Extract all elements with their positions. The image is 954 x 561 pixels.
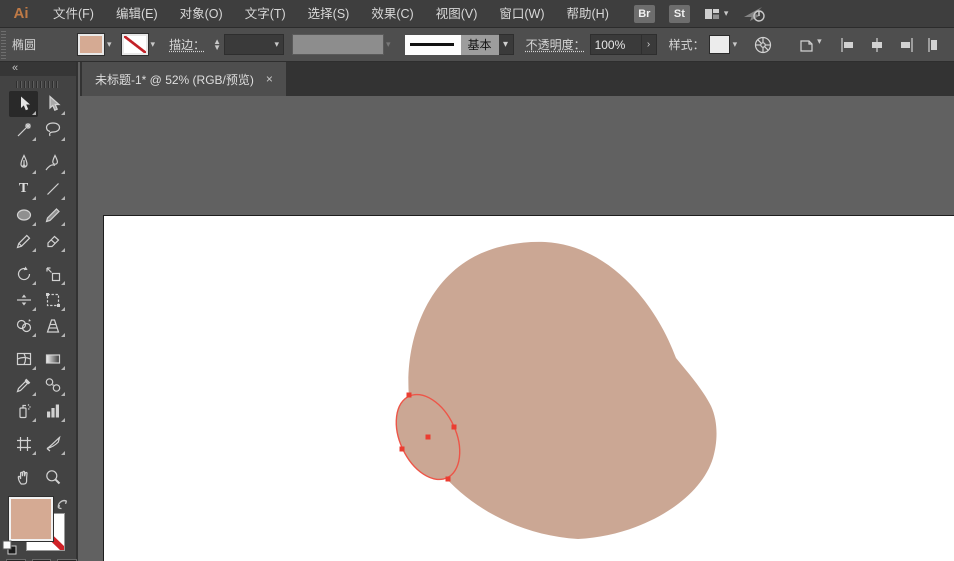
app-logo: Ai xyxy=(0,5,42,22)
artwork-layer xyxy=(80,96,954,561)
cc-launch-icon[interactable] xyxy=(742,5,768,23)
menu-file[interactable]: 文件(F) xyxy=(42,0,105,28)
width-profile-dropdown[interactable] xyxy=(292,34,384,55)
document-title: 未标题-1* @ 52% (RGB/预览) xyxy=(95,71,254,88)
tool-gradient[interactable] xyxy=(38,346,67,372)
tool-ellipse[interactable] xyxy=(9,202,38,228)
tool-perspective-grid[interactable] xyxy=(38,313,67,339)
tool-mesh[interactable] xyxy=(9,346,38,372)
blob-shape[interactable] xyxy=(408,242,716,539)
tool-width[interactable] xyxy=(9,287,38,313)
tool-pen[interactable] xyxy=(9,150,38,176)
chevron-down-icon[interactable]: ▾ xyxy=(107,39,112,50)
anchor-left[interactable] xyxy=(400,447,405,452)
brush-name: 基本 xyxy=(461,35,499,55)
align-left-button[interactable] xyxy=(838,36,858,54)
tool-slice[interactable] xyxy=(38,431,67,457)
shape-properties-button[interactable]: ▾ xyxy=(797,36,822,54)
menu-type[interactable]: 文字(T) xyxy=(234,0,297,28)
menu-effect[interactable]: 效果(C) xyxy=(360,0,424,28)
bridge-button[interactable]: Br xyxy=(634,5,655,23)
tool-type[interactable]: T xyxy=(9,176,38,202)
align-center-button[interactable] xyxy=(867,36,887,54)
panel-collapse-button[interactable]: « xyxy=(0,62,76,76)
menu-select[interactable]: 选择(S) xyxy=(297,0,361,28)
control-bar: 椭圆 ▾ ▾ 描边： ▲▼ ▾ ▾ 基本 ▾ 不透明度： 100% › 样式： … xyxy=(0,28,954,62)
tool-scale[interactable] xyxy=(38,261,67,287)
tool-direct-selection[interactable] xyxy=(38,91,67,117)
chevron-down-icon[interactable]: ▾ xyxy=(733,39,738,50)
anchor-right[interactable] xyxy=(452,425,457,430)
fill-color-swatch[interactable] xyxy=(78,34,104,55)
stroke-weight-stepper[interactable]: ▲▼ xyxy=(213,39,221,51)
anchor-top[interactable] xyxy=(407,393,412,398)
tool-paintbrush[interactable] xyxy=(38,202,67,228)
align-right-button[interactable] xyxy=(896,36,916,54)
tool-context-label: 椭圆 xyxy=(12,36,36,53)
workspace-icon xyxy=(704,6,720,22)
stroke-color-swatch[interactable] xyxy=(122,34,148,55)
tool-shape-builder[interactable] xyxy=(9,313,38,339)
stroke-weight-label[interactable]: 描边： xyxy=(169,36,205,53)
tool-panel: « xyxy=(0,62,78,561)
opacity-label[interactable]: 不透明度： xyxy=(526,36,586,53)
chevron-down-icon: ▾ xyxy=(386,39,391,50)
tab-bar: 未标题-1* @ 52% (RGB/预览) × xyxy=(80,62,954,96)
tool-hand[interactable] xyxy=(9,464,38,490)
graphic-style-swatch[interactable] xyxy=(709,35,730,54)
panel-grip[interactable] xyxy=(1,31,6,59)
chevron-down-icon[interactable]: ▾ xyxy=(499,34,514,55)
chevron-down-icon: ▾ xyxy=(724,8,729,19)
tool-rotate[interactable] xyxy=(9,261,38,287)
menu-view[interactable]: 视图(V) xyxy=(425,0,489,28)
brush-preview xyxy=(405,35,461,55)
tool-artboard[interactable] xyxy=(9,431,38,457)
recolor-artwork-button[interactable] xyxy=(753,35,773,55)
brush-definition-dropdown[interactable]: 基本 ▾ xyxy=(405,34,514,56)
workspace-switcher[interactable]: ▾ xyxy=(704,6,729,22)
menu-help[interactable]: 帮助(H) xyxy=(556,0,620,28)
opacity-flyout-arrow[interactable]: › xyxy=(642,34,657,55)
tool-blend[interactable] xyxy=(38,372,67,398)
stroke-weight-field[interactable]: ▾ xyxy=(224,34,284,55)
default-fill-stroke-icon[interactable] xyxy=(2,540,18,556)
tool-lasso[interactable] xyxy=(38,117,67,143)
chevron-down-icon[interactable]: ▾ xyxy=(274,39,279,50)
tool-curvature[interactable] xyxy=(38,150,67,176)
tool-symbol-sprayer[interactable] xyxy=(9,398,38,424)
document-tab[interactable]: 未标题-1* @ 52% (RGB/预览) × xyxy=(82,62,286,96)
style-label: 样式： xyxy=(669,36,705,53)
tool-magic-wand[interactable] xyxy=(9,117,38,143)
anchor-bottom[interactable] xyxy=(446,477,451,482)
canvas-area[interactable] xyxy=(80,96,954,561)
fill-proxy[interactable] xyxy=(9,497,53,541)
tool-zoom[interactable] xyxy=(38,464,67,490)
align-buttons xyxy=(838,36,945,54)
tool-column-graph[interactable] xyxy=(38,398,67,424)
menu-edit[interactable]: 编辑(E) xyxy=(105,0,169,28)
close-icon[interactable]: × xyxy=(266,72,273,86)
chevron-down-icon: ▾ xyxy=(817,36,822,54)
menu-object[interactable]: 对象(O) xyxy=(169,0,234,28)
tool-eyedropper[interactable] xyxy=(9,372,38,398)
align-top-button[interactable] xyxy=(925,36,945,54)
fill-stroke-proxies xyxy=(2,496,72,556)
swap-fill-stroke-icon[interactable] xyxy=(56,498,70,512)
menu-window[interactable]: 窗口(W) xyxy=(488,0,555,28)
tool-line-segment[interactable] xyxy=(38,176,67,202)
illustrator-window: Ai 文件(F) 编辑(E) 对象(O) 文字(T) 选择(S) 效果(C) 视… xyxy=(0,0,954,561)
opacity-field[interactable]: 100% xyxy=(590,34,642,55)
tool-free-transform[interactable] xyxy=(38,287,67,313)
stock-button[interactable]: St xyxy=(669,5,690,23)
tool-eraser[interactable] xyxy=(38,228,67,254)
tool-selection[interactable] xyxy=(9,91,38,117)
menu-bar: Ai 文件(F) 编辑(E) 对象(O) 文字(T) 选择(S) 效果(C) 视… xyxy=(0,0,954,28)
anchor-center[interactable] xyxy=(426,435,431,440)
tool-pencil[interactable] xyxy=(9,228,38,254)
panel-drag-grip[interactable] xyxy=(16,81,60,88)
chevron-down-icon[interactable]: ▾ xyxy=(151,39,156,50)
opacity-value: 100% xyxy=(595,38,626,52)
